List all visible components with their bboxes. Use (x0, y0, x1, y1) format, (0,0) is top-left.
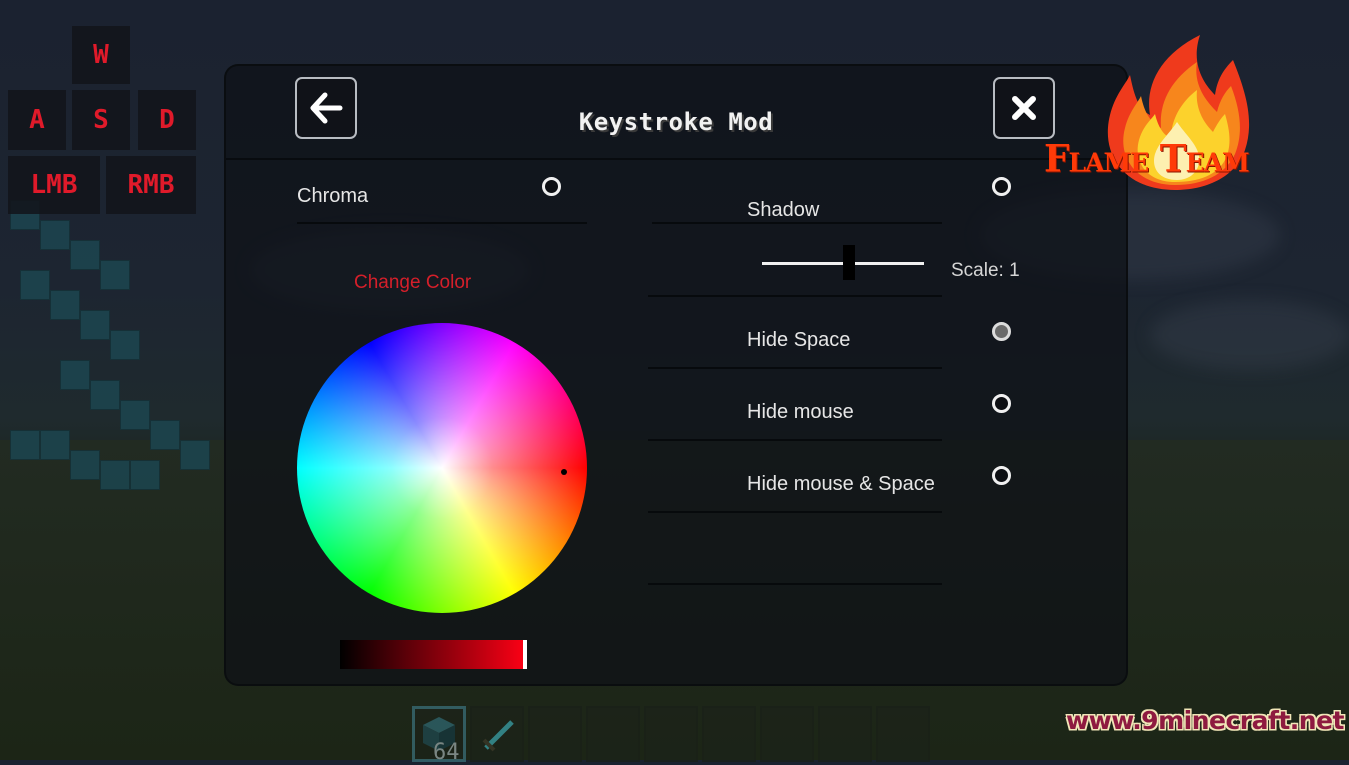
divider (652, 222, 942, 224)
hide-mouse-toggle[interactable] (992, 394, 1011, 413)
hotbar-slot[interactable] (876, 706, 930, 762)
close-button[interactable] (993, 77, 1055, 139)
color-wheel-picker[interactable] (561, 469, 567, 475)
diamond-block-structure (0, 200, 230, 500)
brightness-slider-handle[interactable] (523, 640, 527, 669)
divider (648, 367, 942, 369)
key-w: W (72, 26, 130, 84)
key-lmb: LMB (8, 156, 100, 214)
divider (648, 439, 942, 441)
divider (648, 511, 942, 513)
hotbar-slot[interactable] (760, 706, 814, 762)
divider (648, 295, 942, 297)
hide-space-label: Hide Space (747, 329, 851, 351)
divider (648, 583, 942, 585)
hide-mouse-space-label: Hide mouse & Space (747, 473, 935, 495)
divider (297, 222, 587, 224)
panel-title: Keystroke Mod (578, 108, 774, 136)
chroma-toggle[interactable] (542, 177, 561, 196)
scale-slider-thumb[interactable] (843, 245, 855, 280)
scale-value-label: Scale: 1 (951, 260, 1020, 281)
shadow-label: Shadow (747, 199, 820, 221)
key-s: S (72, 90, 130, 150)
close-icon (1012, 96, 1036, 120)
watermark: www.9minecraft.net (1066, 706, 1345, 735)
cloud (1150, 300, 1349, 370)
brightness-slider[interactable] (340, 640, 527, 669)
key-a: A (8, 90, 66, 150)
hide-space-toggle[interactable] (992, 322, 1011, 341)
arrow-left-icon (310, 92, 343, 124)
chroma-label: Chroma (297, 185, 369, 207)
hotbar-slot[interactable] (644, 706, 698, 762)
shadow-toggle[interactable] (992, 177, 1011, 196)
header-divider (226, 158, 1126, 160)
hotbar-slot[interactable] (528, 706, 582, 762)
hide-mouse-space-toggle[interactable] (992, 466, 1011, 485)
hotbar-slot[interactable] (586, 706, 640, 762)
hotbar-slot[interactable]: 64 (412, 706, 466, 765)
color-wheel[interactable] (297, 323, 587, 613)
diamond-sword-icon (482, 720, 514, 752)
item-count: 64 (433, 740, 460, 765)
hotbar: 64 (412, 706, 930, 765)
back-button[interactable] (295, 77, 357, 139)
hotbar-slot[interactable] (470, 706, 524, 762)
hotbar-slot[interactable] (818, 706, 872, 762)
change-color-label: Change Color (354, 272, 472, 293)
flame-team-logo-text: Flame Team (1044, 136, 1250, 182)
hotbar-slot[interactable] (702, 706, 756, 762)
key-d: D (138, 90, 196, 150)
key-rmb: RMB (106, 156, 196, 214)
hide-mouse-label: Hide mouse (747, 401, 854, 423)
